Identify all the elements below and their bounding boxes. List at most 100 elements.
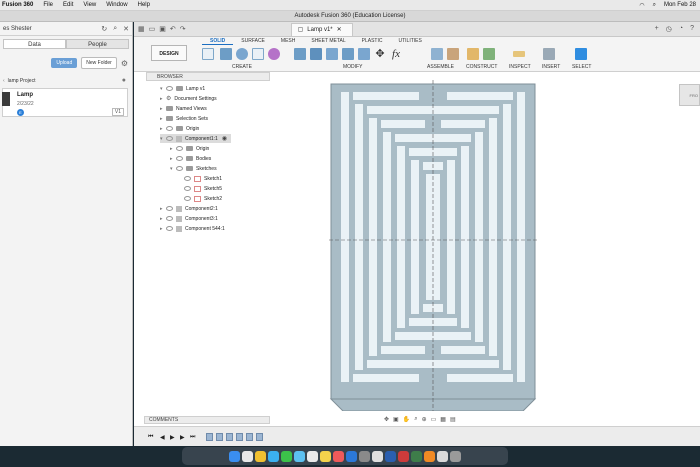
- tab-sheet-metal[interactable]: SHEET METAL: [303, 37, 353, 45]
- timeline-feature[interactable]: [226, 433, 233, 441]
- tree-item-document-settings[interactable]: ▸ ⚙ Document Settings: [160, 94, 217, 103]
- go-to-end-icon[interactable]: ⏭: [190, 434, 195, 441]
- notes-icon[interactable]: [320, 450, 331, 462]
- tree-item-component1[interactable]: ▾ Component1:1 ◉: [160, 134, 232, 143]
- menu-view[interactable]: View: [83, 2, 96, 8]
- construct-menu[interactable]: CONSTRUCT: [466, 64, 497, 70]
- powerpoint-icon[interactable]: [398, 450, 409, 462]
- tab-mesh[interactable]: MESH: [273, 37, 303, 45]
- version-badge[interactable]: V1: [111, 108, 124, 116]
- tab-solid[interactable]: SOLID: [202, 37, 234, 45]
- model-canvas[interactable]: [329, 80, 537, 411]
- create-sketch-icon[interactable]: [202, 48, 214, 60]
- redo-icon[interactable]: ↷: [180, 25, 186, 33]
- tab-surface[interactable]: SURFACE: [233, 37, 273, 45]
- search-icon[interactable]: ⌕: [113, 25, 117, 33]
- mail-icon[interactable]: [294, 450, 305, 462]
- grid-menu-icon[interactable]: ▦: [138, 25, 145, 33]
- assemble-menu[interactable]: ASSEMBLE: [427, 64, 454, 70]
- tree-item-component3[interactable]: ▸ Component3:1: [160, 214, 218, 223]
- new-folder-button[interactable]: New Folder: [81, 57, 117, 69]
- eye-icon[interactable]: [184, 186, 191, 191]
- measure-icon[interactable]: [513, 51, 525, 57]
- pan-icon[interactable]: ✋: [403, 416, 410, 423]
- display-settings-icon[interactable]: ▭: [431, 416, 437, 423]
- activate-icon[interactable]: ◉: [222, 135, 227, 142]
- menu-edit[interactable]: Edit: [63, 2, 73, 8]
- tree-item-component544[interactable]: ▸ Component 544:1: [160, 224, 225, 233]
- trash-icon[interactable]: [450, 450, 461, 462]
- timeline-feature[interactable]: [216, 433, 223, 441]
- tree-item-selection-sets[interactable]: ▸ Selection Sets: [160, 114, 208, 123]
- upload-button[interactable]: Upload: [51, 58, 78, 68]
- inspect-menu[interactable]: INSPECT: [509, 64, 531, 70]
- refresh-icon[interactable]: ↻: [101, 25, 107, 33]
- eye-icon[interactable]: [176, 156, 183, 161]
- save-icon[interactable]: ▣: [159, 25, 166, 33]
- browser-header[interactable]: BROWSER: [146, 72, 270, 81]
- tab-people[interactable]: People: [66, 39, 129, 49]
- eye-icon[interactable]: [166, 226, 173, 231]
- joint-icon[interactable]: [447, 48, 459, 60]
- tab-data[interactable]: Data: [3, 39, 66, 49]
- go-to-start-icon[interactable]: ⏮: [148, 434, 153, 441]
- extrude-icon[interactable]: [220, 48, 232, 60]
- fillet-icon[interactable]: [310, 48, 322, 60]
- look-at-icon[interactable]: ▣: [393, 416, 399, 423]
- comments-panel[interactable]: COMMENTS: [144, 416, 270, 424]
- close-icon[interactable]: ✕: [123, 25, 129, 33]
- timeline-feature[interactable]: [236, 433, 243, 441]
- finder-icon[interactable]: [229, 450, 240, 462]
- add-tab-icon[interactable]: +: [655, 25, 659, 33]
- select-icon[interactable]: [575, 48, 587, 60]
- safari-icon[interactable]: [268, 450, 279, 462]
- eye-icon[interactable]: [184, 196, 191, 201]
- tree-root[interactable]: ▾ Lamp v1: [160, 84, 205, 93]
- step-forward-icon[interactable]: ▶: [180, 434, 185, 441]
- workspace-switcher[interactable]: DESIGN: [151, 45, 187, 61]
- excel-icon[interactable]: [411, 450, 422, 462]
- menu-window[interactable]: Window: [106, 2, 127, 8]
- chevron-left-icon[interactable]: ‹: [3, 78, 5, 84]
- tab-utilities[interactable]: UTILITIES: [390, 37, 429, 45]
- viewports-icon[interactable]: ▤: [450, 416, 456, 423]
- eye-icon[interactable]: [176, 146, 183, 151]
- settings-icon[interactable]: [359, 450, 370, 462]
- new-component-icon[interactable]: [431, 48, 443, 60]
- fit-icon[interactable]: ⊕: [422, 416, 427, 423]
- project-row[interactable]: ‹ lamp Project ●: [3, 77, 132, 84]
- undo-icon[interactable]: ↶: [170, 25, 176, 33]
- revolve-icon[interactable]: [236, 48, 248, 60]
- menu-file[interactable]: File: [43, 2, 53, 8]
- shell-icon[interactable]: [342, 48, 354, 60]
- help-icon[interactable]: ?: [690, 25, 694, 33]
- file-card-lamp[interactable]: Lamp 2/23/22 E V1: [2, 88, 128, 117]
- form-icon[interactable]: [268, 48, 280, 60]
- tree-item-sketch1[interactable]: Sketch1: [184, 174, 222, 183]
- tree-item-sketch2[interactable]: Sketch2: [184, 194, 222, 203]
- close-tab-icon[interactable]: ✕: [337, 24, 342, 36]
- timeline-feature[interactable]: [256, 433, 263, 441]
- timeline-feature[interactable]: [206, 433, 213, 441]
- chamfer-icon[interactable]: [326, 48, 338, 60]
- orbit-icon[interactable]: ✥: [384, 416, 389, 423]
- tree-item-sketch5[interactable]: Sketch5: [184, 184, 222, 193]
- app-store-icon[interactable]: [346, 450, 357, 462]
- tree-item-bodies[interactable]: ▸ Bodies: [170, 154, 211, 163]
- timeline-feature[interactable]: [246, 433, 253, 441]
- offset-plane-icon[interactable]: [467, 48, 479, 60]
- hole-icon[interactable]: [252, 48, 264, 60]
- play-icon[interactable]: ▶: [170, 434, 175, 441]
- create-menu[interactable]: CREATE: [232, 64, 252, 70]
- grid-icon[interactable]: ▦: [440, 416, 446, 423]
- team-name[interactable]: es Shester: [3, 26, 32, 32]
- insert-icon[interactable]: [543, 48, 555, 60]
- chrome-icon[interactable]: [255, 450, 266, 462]
- modify-menu[interactable]: MODIFY: [343, 64, 362, 70]
- music-icon[interactable]: [333, 450, 344, 462]
- parameters-icon[interactable]: fx: [390, 48, 402, 60]
- notification-icon[interactable]: ◔: [679, 25, 683, 33]
- clock[interactable]: Mon Feb 28: [664, 2, 696, 8]
- tree-item-component2[interactable]: ▸ Component2:1: [160, 204, 218, 213]
- tree-item-sketches[interactable]: ▾ Sketches: [170, 164, 217, 173]
